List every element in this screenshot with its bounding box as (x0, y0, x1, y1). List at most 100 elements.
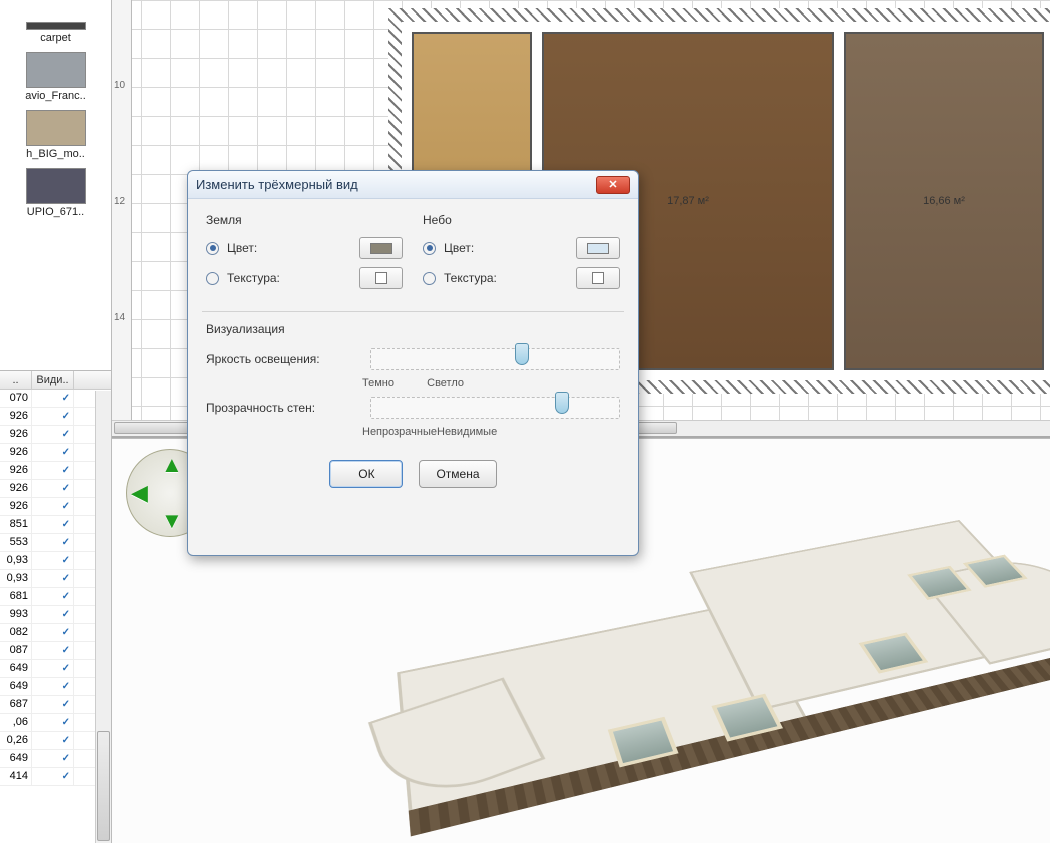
ground-color-button[interactable] (359, 237, 403, 259)
brightness-caption-left: Темно (362, 377, 394, 389)
table-cell-visible[interactable]: ✓ (32, 624, 74, 641)
transparency-label: Прозрачность стен: (206, 401, 360, 415)
checkmark-icon: ✓ (60, 429, 70, 439)
transparency-caption-right: Невидимые (437, 426, 497, 438)
table-cell-visible[interactable]: ✓ (32, 606, 74, 623)
sky-texture-button[interactable] (576, 267, 620, 289)
nav-down-arrow-icon[interactable]: ▼ (161, 508, 183, 534)
table-cell-visible[interactable]: ✓ (32, 732, 74, 749)
vertical-ruler: 10 12 14 (112, 0, 132, 436)
ground-texture-radio[interactable] (206, 272, 219, 285)
table-cell-value: 070 (0, 390, 32, 407)
table-cell-visible[interactable]: ✓ (32, 480, 74, 497)
room-area-label: 17,87 м² (667, 195, 709, 207)
brightness-caption-right: Светло (427, 377, 464, 389)
table-col1-header[interactable]: .. (0, 371, 32, 389)
table-cell-visible[interactable]: ✓ (32, 570, 74, 587)
cancel-button[interactable]: Отмена (419, 460, 496, 488)
dialog-titlebar[interactable]: Изменить трёхмерный вид ✕ (188, 171, 638, 199)
scroll-thumb[interactable] (97, 731, 110, 841)
checkmark-icon: ✓ (60, 393, 70, 403)
checkmark-icon: ✓ (60, 681, 70, 691)
table-cell-value: 926 (0, 426, 32, 443)
table-cell-value: 687 (0, 696, 32, 713)
furniture-item[interactable]: UPIO_671.. (0, 164, 111, 222)
checkmark-icon: ✓ (60, 753, 70, 763)
table-cell-visible[interactable]: ✓ (32, 498, 74, 515)
transparency-slider-thumb[interactable] (555, 392, 569, 414)
table-cell-value: 0,93 (0, 552, 32, 569)
table-cell-visible[interactable]: ✓ (32, 642, 74, 659)
checkmark-icon: ✓ (60, 627, 70, 637)
checkmark-icon: ✓ (60, 573, 70, 583)
table-vertical-scrollbar[interactable] (95, 391, 111, 843)
checkmark-icon: ✓ (60, 519, 70, 529)
furniture-thumb (26, 22, 86, 30)
furniture-label: carpet (2, 32, 109, 44)
checkmark-icon: ✓ (60, 663, 70, 673)
table-cell-value: 414 (0, 768, 32, 785)
ground-title: Земля (206, 213, 403, 227)
furniture-list-table: .. Види.. 070✓926✓926✓926✓926✓926✓926✓85… (0, 370, 112, 843)
table-header: .. Види.. (0, 371, 111, 390)
furniture-catalog-panel: carpet avio_Franc.. h_BIG_mo.. UPIO_671.… (0, 0, 112, 370)
table-cell-visible[interactable]: ✓ (32, 390, 74, 407)
ground-texture-button[interactable] (359, 267, 403, 289)
checkmark-icon: ✓ (60, 537, 70, 547)
table-cell-visible[interactable]: ✓ (32, 552, 74, 569)
ruler-tick: 14 (114, 312, 125, 323)
furniture-label: UPIO_671.. (2, 206, 109, 218)
table-cell-visible[interactable]: ✓ (32, 678, 74, 695)
ground-group: Земля Цвет: Текстура: (206, 213, 403, 297)
table-cell-visible[interactable]: ✓ (32, 714, 74, 731)
furniture-label: h_BIG_mo.. (2, 148, 109, 160)
ruler-tick: 10 (114, 80, 125, 91)
table-cell-visible[interactable]: ✓ (32, 444, 74, 461)
table-cell-value: 0,93 (0, 570, 32, 587)
table-cell-visible[interactable]: ✓ (32, 426, 74, 443)
table-cell-value: 926 (0, 462, 32, 479)
table-cell-visible[interactable]: ✓ (32, 750, 74, 767)
table-cell-visible[interactable]: ✓ (32, 462, 74, 479)
table-cell-visible[interactable]: ✓ (32, 534, 74, 551)
texture-swatch (375, 272, 387, 284)
table-cell-value: 649 (0, 660, 32, 677)
modify-3d-view-dialog: Изменить трёхмерный вид ✕ Земля Цвет: Те… (187, 170, 639, 556)
table-cell-visible[interactable]: ✓ (32, 696, 74, 713)
sky-group: Небо Цвет: Текстура: (423, 213, 620, 297)
brightness-label: Яркость освещения: (206, 352, 360, 366)
sky-color-button[interactable] (576, 237, 620, 259)
ok-button[interactable]: ОК (329, 460, 403, 488)
sky-color-label: Цвет: (444, 241, 568, 255)
ground-color-radio[interactable] (206, 242, 219, 255)
room-right[interactable]: 16,66 м² (844, 32, 1044, 370)
table-cell-value: 926 (0, 444, 32, 461)
furniture-item[interactable]: carpet (0, 0, 111, 48)
ruler-tick: 12 (114, 196, 125, 207)
transparency-slider[interactable] (370, 397, 620, 419)
brightness-slider-thumb[interactable] (515, 343, 529, 365)
checkmark-icon: ✓ (60, 465, 70, 475)
ground-color-swatch (370, 243, 392, 254)
nav-left-arrow-icon[interactable]: ◀ (131, 480, 148, 506)
checkmark-icon: ✓ (60, 447, 70, 457)
table-cell-visible[interactable]: ✓ (32, 660, 74, 677)
brightness-slider[interactable] (370, 348, 620, 370)
table-cell-value: 993 (0, 606, 32, 623)
checkmark-icon: ✓ (60, 591, 70, 601)
table-cell-visible[interactable]: ✓ (32, 588, 74, 605)
table-cell-value: 926 (0, 408, 32, 425)
furniture-item[interactable]: h_BIG_mo.. (0, 106, 111, 164)
sky-texture-radio[interactable] (423, 272, 436, 285)
table-cell-visible[interactable]: ✓ (32, 768, 74, 785)
table-cell-value: 649 (0, 750, 32, 767)
dialog-title: Изменить трёхмерный вид (196, 177, 596, 192)
sky-color-radio[interactable] (423, 242, 436, 255)
furniture-item[interactable]: avio_Franc.. (0, 48, 111, 106)
close-button[interactable]: ✕ (596, 176, 630, 194)
table-cell-visible[interactable]: ✓ (32, 408, 74, 425)
nav-up-arrow-icon[interactable]: ▲ (161, 452, 183, 478)
table-col2-header[interactable]: Види.. (32, 371, 74, 389)
checkmark-icon: ✓ (60, 645, 70, 655)
table-cell-visible[interactable]: ✓ (32, 516, 74, 533)
